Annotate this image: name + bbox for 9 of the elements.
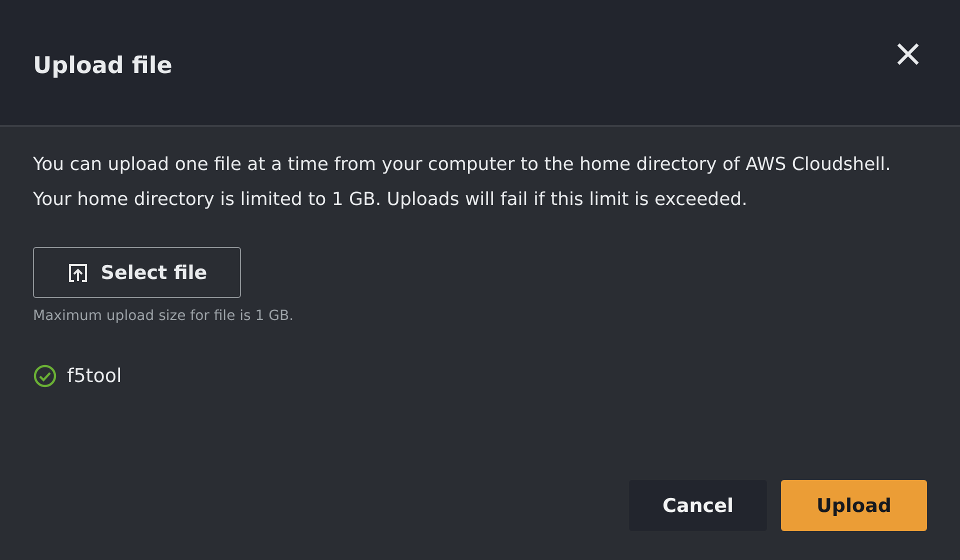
cancel-button[interactable]: Cancel bbox=[629, 480, 767, 531]
file-name: f5tool bbox=[67, 365, 122, 387]
hint-text: Maximum upload size for file is 1 GB. bbox=[33, 308, 295, 324]
upload-icon bbox=[66, 262, 89, 284]
upload-button[interactable]: Upload bbox=[781, 480, 927, 531]
dialog-title: Upload file bbox=[33, 52, 172, 78]
select-file-button[interactable]: Select file bbox=[33, 247, 241, 298]
description-text: You can upload one file at a time from your computer to the home directory of AWS Cloudshell. Your home directory is limited to 1 GB. Uploads will fail if this limit is exceeded. bbox=[33, 153, 892, 212]
close-button[interactable]: × bbox=[886, 34, 930, 72]
